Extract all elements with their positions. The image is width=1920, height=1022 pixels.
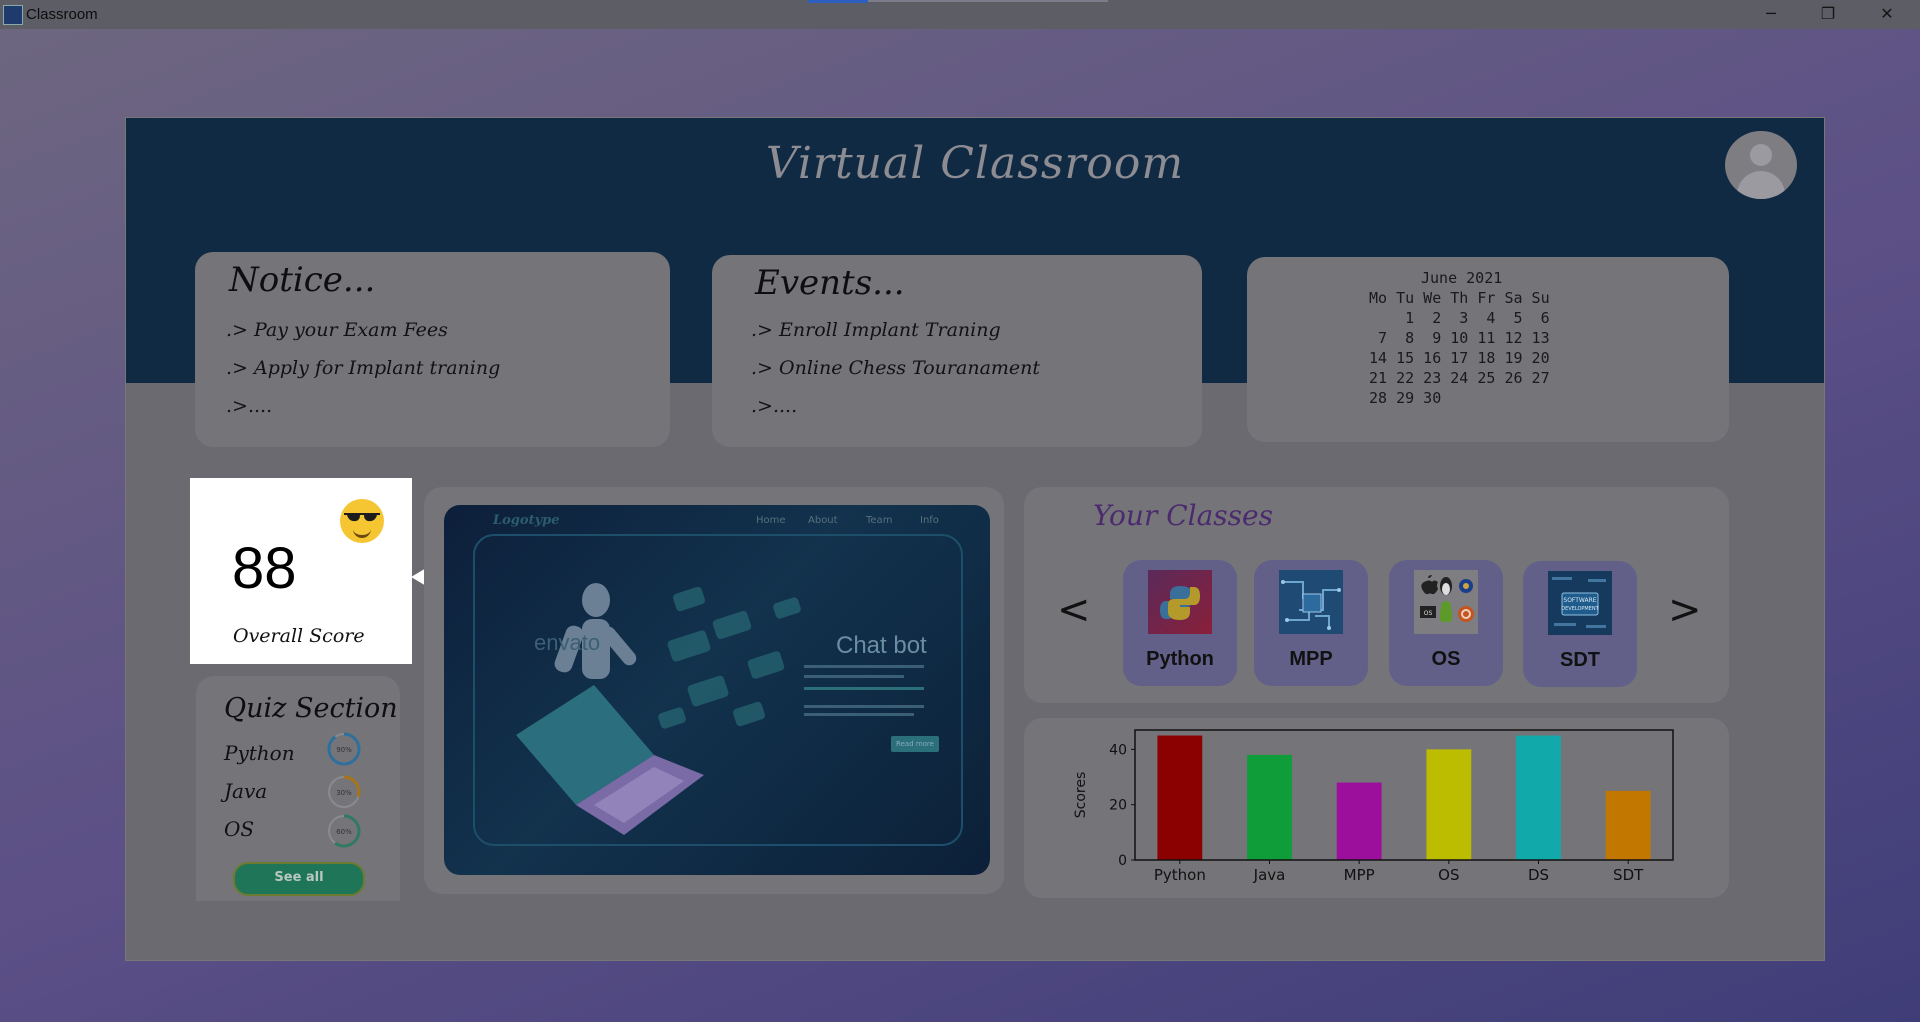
chart-axes-frame [1134,729,1674,861]
software-development-icon: SOFTWARE DEVELOPMENT [1548,571,1612,635]
avatar-body-icon [1737,171,1785,199]
svg-text:SOFTWARE: SOFTWARE [1563,597,1596,604]
calendar-week[interactable]: 21 22 23 24 25 26 27 [1369,368,1550,388]
svg-text:DEVELOPMENT: DEVELOPMENT [1561,606,1599,612]
quiz-percent-label: 90% [336,746,352,754]
y-tick-label: 20 [1109,798,1127,814]
event-item[interactable]: .> Online Chess Touranament [751,357,1040,379]
chart-bar [1336,782,1382,860]
taskbar-highlight [808,0,868,3]
class-tile-mpp[interactable]: MPP [1254,560,1368,686]
profile-avatar[interactable] [1725,131,1797,199]
notice-card: Notice... .> Pay your Exam Fees .> Apply… [195,252,670,447]
calendar-week[interactable]: 7 8 9 10 11 12 13 [1369,328,1550,348]
x-tick-label: Python [1154,866,1206,884]
robot-laptop-illustration [473,534,963,846]
overall-score-value: 88 [232,536,297,601]
window-title: Classroom [26,6,98,23]
classes-prev-button[interactable]: < [1057,587,1091,633]
calendar-week[interactable]: 14 15 16 17 18 19 20 [1369,348,1550,368]
sunglasses-emoji-icon [340,499,384,543]
event-item: .>.... [751,395,798,417]
calendar-card: June 2021 Mo Tu We Th Fr Sa Su 1 2 3 4 5… [1247,257,1729,442]
score-card-highlight: 88 Overall Score [190,478,412,664]
chart-bar [1426,749,1472,860]
scores-bar-chart: Python Java MPP OS DS SDT 0 20 40 Scores [1073,729,1674,884]
window-title-bar: Classroom ─ ❐ ✕ [0,0,1920,29]
x-tick-label: DS [1528,866,1549,884]
classes-next-button[interactable]: > [1668,587,1702,633]
notice-heading: Notice... [229,260,376,300]
svg-text:OS: OS [1424,610,1433,617]
quiz-item-os[interactable]: OS [224,817,254,841]
calendar-month: June 2021 [1421,269,1503,287]
taskbar-strip [868,0,1108,2]
calendar-week[interactable]: 28 29 30 [1369,388,1441,408]
smile-icon [353,527,371,538]
read-more-button[interactable]: Read more [891,736,939,752]
class-label: SDT [1560,649,1600,671]
overall-score-label: Overall Score [233,625,365,647]
class-label: MPP [1289,648,1333,670]
see-all-button[interactable]: See all [233,862,365,896]
score-card: 88 Overall Score [195,483,407,659]
x-tick-label: OS [1438,866,1459,884]
app-icon [3,5,23,25]
chart-bar [1247,754,1292,860]
app-title: Virtual Classroom [765,138,1185,189]
avatar-head-icon [1750,144,1772,166]
notice-item: .>.... [226,395,273,417]
y-axis-label: Scores [1073,772,1089,819]
calendar-week[interactable]: 1 2 3 4 5 6 [1369,308,1550,328]
class-label: Python [1146,648,1214,670]
your-classes-heading: Your Classes [1093,499,1273,532]
quiz-percent-label: 30% [336,789,352,797]
quiz-progress-ring: 60% [327,814,361,848]
chatbot-banner[interactable]: Logotype Home About Team Info envato Cha… [444,505,990,875]
calendar-weekdays: Mo Tu We Th Fr Sa Su [1369,289,1550,307]
sunglasses-icon [344,513,380,522]
python-logo-icon [1148,570,1212,634]
quiz-percent-label: 60% [336,828,352,836]
class-label: OS [1431,648,1461,670]
banner-watermark: envato [534,630,601,655]
chart-bar [1516,735,1561,860]
class-tile-os[interactable]: OS OS [1389,560,1503,686]
y-tick-label: 0 [1118,853,1127,869]
os-logos-icon: OS [1414,570,1478,634]
class-tile-sdt[interactable]: SOFTWARE DEVELOPMENT SDT [1523,561,1637,687]
chart-bar [1157,735,1203,860]
class-tile-python[interactable]: Python [1123,560,1237,686]
y-tick-label: 40 [1109,742,1127,758]
close-button[interactable]: ✕ [1864,0,1910,29]
quiz-heading: Quiz Section [224,693,398,724]
quiz-item-python[interactable]: Python [224,741,295,765]
chart-bar [1605,790,1651,860]
x-tick-label: Java [1253,866,1286,884]
circuit-board-icon [1279,570,1343,634]
x-tick-label: SDT [1613,866,1644,884]
notice-item[interactable]: .> Apply for Implant traning [226,357,500,379]
x-tick-label: MPP [1344,866,1375,884]
banner-headline: Chat bot [836,632,927,659]
events-card: Events... .> Enroll Implant Traning .> O… [712,255,1202,447]
events-heading: Events... [755,263,905,303]
maximize-button[interactable]: ❐ [1805,0,1851,29]
notice-item[interactable]: .> Pay your Exam Fees [226,319,448,341]
quiz-item-java[interactable]: Java [224,779,267,803]
minimize-button[interactable]: ─ [1748,0,1794,29]
event-item[interactable]: .> Enroll Implant Traning [751,319,1001,341]
quiz-progress-ring: 90% [327,732,361,766]
quiz-progress-ring: 30% [327,775,361,809]
